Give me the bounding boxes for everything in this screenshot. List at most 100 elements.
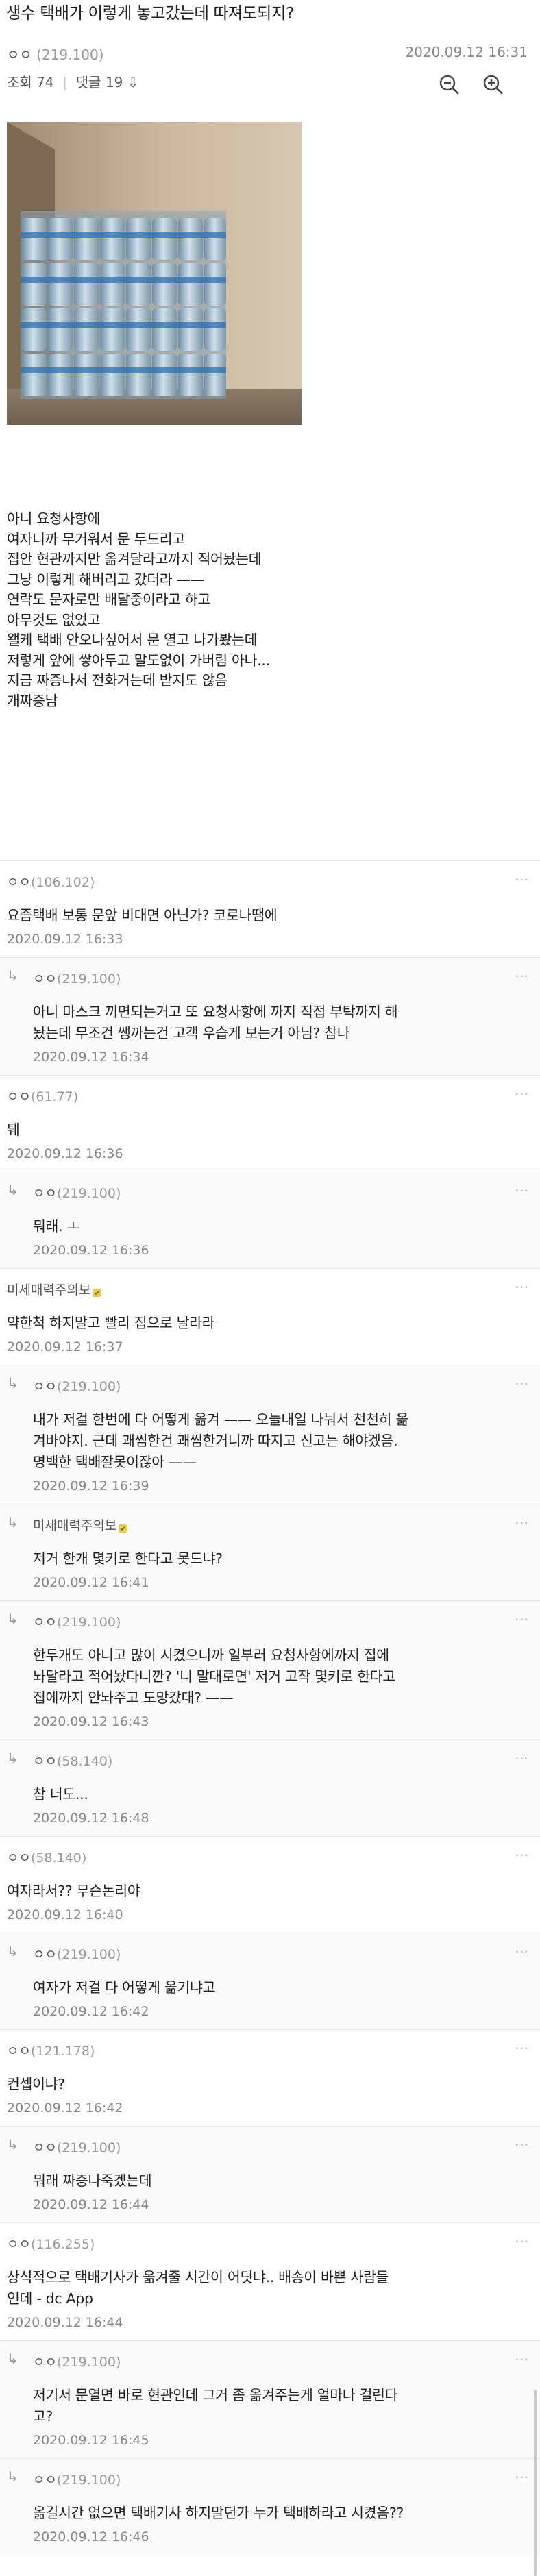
comment-author[interactable]: 미세매력주의보: [33, 1515, 127, 1534]
comment-text: 아니 마스크 끼면되는거고 또 요청사항에 까지 직접 부탁까지 해: [33, 1004, 398, 1020]
comment-author-ip: (219.100): [56, 971, 121, 987]
comment-author-ip: (106.102): [30, 875, 95, 890]
comment-time: 2020.09.12 16:46: [33, 2529, 149, 2544]
comment-author-name: ㅇㅇ: [33, 1186, 57, 1201]
more-options-icon[interactable]: ⋯: [515, 871, 529, 887]
comments-count[interactable]: 댓글 19: [76, 74, 123, 90]
author-name: ㅇㅇ: [7, 47, 32, 63]
post-body-line: 집안 현관까지만 옮겨달라고까지 적어놨는데: [7, 551, 262, 567]
comment-text: 여자라서?? 무슨논리야: [7, 1883, 140, 1899]
comment-time: 2020.09.12 16:41: [33, 1575, 149, 1590]
comment-item: ㅇㅇ(121.178) ⋯ 컨셉이냐? 2020.09.12 16:42: [0, 2029, 540, 2126]
post-body-line: 개짜증남: [7, 692, 58, 709]
comment-author-name: ㅇㅇ: [33, 1379, 57, 1394]
scrollbar-thumb[interactable]: [534, 2390, 537, 2576]
zoom-out-icon[interactable]: [436, 71, 463, 99]
comment-author[interactable]: ㅇㅇ(121.178): [7, 2041, 95, 2059]
comment-text: 컨셉이냐?: [7, 2076, 65, 2092]
reply-item: ↳ ㅇㅇ(219.100) ⋯ 뭐래 짜증나죽겠는데 2020.09.12 16:44: [0, 2126, 540, 2222]
more-options-icon[interactable]: ⋯: [515, 1611, 529, 1627]
post-author[interactable]: ㅇㅇ (219.100): [7, 44, 103, 64]
reply-arrow-icon: ↳: [7, 1611, 19, 1627]
comment-author-ip: (219.100): [56, 2355, 121, 2370]
comment-author-ip: (219.100): [56, 2473, 121, 2488]
comment-author[interactable]: ㅇㅇ(106.102): [7, 872, 95, 891]
comment-time: 2020.09.12 16:48: [33, 1811, 149, 1826]
comment-author[interactable]: ㅇㅇ(219.100): [33, 969, 121, 987]
reply-item: ↳ ㅇㅇ(219.100) ⋯ 저기서 문열면 바로 현관인데 그거 좀 옮겨주는게 …: [0, 2340, 540, 2458]
comment-time: 2020.09.12 16:43: [33, 1714, 149, 1729]
reply-arrow-icon: ↳: [7, 1182, 19, 1198]
comments-sort-icon[interactable]: ⇩: [127, 74, 139, 90]
more-options-icon[interactable]: ⋯: [515, 1375, 529, 1391]
comment-author[interactable]: ㅇㅇ(219.100): [33, 1612, 121, 1631]
comment-text: 명백한 택배잘못이잖아 ——: [33, 1454, 197, 1470]
comment-time: 2020.09.12 16:40: [7, 1907, 123, 1922]
comment-author-name: ㅇㅇ: [7, 2237, 31, 2252]
comment-author-name: ㅇㅇ: [33, 2355, 57, 2370]
comment-time: 2020.09.12 16:44: [33, 2197, 149, 2212]
comment-author-ip: (219.100): [56, 1615, 121, 1630]
post-body-line: 여자니까 무거워서 문 두드리고: [7, 530, 185, 547]
comment-author-ip: (58.140): [30, 1850, 87, 1866]
more-options-icon[interactable]: ⋯: [515, 1846, 529, 1863]
comment-author-ip: (61.77): [30, 1089, 79, 1104]
more-options-icon[interactable]: ⋯: [515, 1514, 529, 1531]
member-badge-icon: [92, 1286, 101, 1297]
reply-item: ↳ ㅇㅇ(219.100) ⋯ 아니 마스크 끼면되는거고 또 요청사항에 까지 직접…: [0, 957, 540, 1075]
comment-author[interactable]: ㅇㅇ(58.140): [33, 1751, 112, 1770]
comment-text: 퉤: [7, 1122, 20, 1138]
comment-author[interactable]: ㅇㅇ(219.100): [33, 1183, 121, 1202]
comment-author-name: ㅇㅇ: [33, 2473, 57, 2488]
post-body-line: 왤케 택배 안오나싶어서 문 열고 나가봤는데: [7, 632, 258, 648]
comment-author[interactable]: ㅇㅇ(219.100): [33, 1944, 121, 1963]
comment-text: 옮길시간 없으면 택배기사 하지말던가 누가 택배하라고 시켰음??: [33, 2505, 404, 2521]
comment-text: 겨바야지. 근데 괘씸한건 괘씸한거니까 따지고 신고는 해야겠음.: [33, 1433, 398, 1449]
comment-author[interactable]: ㅇㅇ(219.100): [33, 2470, 121, 2488]
post-body-line: 아니 요청사항에: [7, 510, 101, 527]
comment-author-name: ㅇㅇ: [33, 1947, 57, 1962]
more-options-icon[interactable]: ⋯: [515, 1750, 529, 1766]
comment-text: 저기서 문열면 바로 현관인데 그거 좀 옮겨주는게 얼마나 걸린다: [33, 2387, 398, 2403]
reply-arrow-icon: ↳: [7, 2351, 19, 2367]
more-options-icon[interactable]: ⋯: [515, 1943, 529, 1959]
reply-arrow-icon: ↳: [7, 1514, 19, 1531]
more-options-icon[interactable]: ⋯: [515, 2468, 529, 2485]
comment-author[interactable]: ㅇㅇ(58.140): [7, 1848, 86, 1866]
reply-arrow-icon: ↳: [7, 967, 19, 984]
comment-author[interactable]: ㅇㅇ(219.100): [33, 2138, 121, 2156]
comment-text: 약한척 하지말고 빨리 집으로 날라라: [7, 1315, 215, 1331]
comment-author-name: ㅇㅇ: [33, 2140, 57, 2155]
more-options-icon[interactable]: ⋯: [515, 2136, 529, 2153]
comment-text: 내가 저걸 한번에 다 어떻게 옮겨 —— 오늘내일 나눠서 천천히 옮: [33, 1411, 409, 1428]
views-count: 조회 74: [7, 74, 54, 90]
comment-author[interactable]: 미세매력주의보: [7, 1280, 101, 1298]
post-body-line: 아무것도 없었고: [7, 611, 101, 628]
comment-author[interactable]: ㅇㅇ(116.255): [7, 2234, 95, 2253]
comment-time: 2020.09.12 16:36: [7, 1146, 123, 1161]
more-options-icon[interactable]: ⋯: [515, 1182, 529, 1198]
zoom-in-icon[interactable]: [480, 71, 507, 99]
comment-time: 2020.09.12 16:44: [7, 2315, 123, 2330]
comment-item: ㅇㅇ(116.255) ⋯ 상식적으로 택배기사가 옮겨줄 시간이 어딧냐.. 배송…: [0, 2222, 540, 2340]
reply-item: ↳ ㅇㅇ(219.100) ⋯ 옮길시간 없으면 택배기사 하지말던가 누가 택배하라…: [0, 2458, 540, 2555]
reply-item: ↳ ㅇㅇ(219.100) ⋯ 한두개도 아니고 많이 시켰으니까 일부러 요청사항에…: [0, 1600, 540, 1739]
reply-arrow-icon: ↳: [7, 1375, 19, 1391]
post-photo[interactable]: [7, 122, 302, 425]
comment-author-name: ㅇㅇ: [7, 1089, 31, 1104]
comment-author[interactable]: ㅇㅇ(219.100): [33, 2352, 121, 2370]
more-options-icon[interactable]: ⋯: [515, 2040, 529, 2056]
comment-author[interactable]: ㅇㅇ(219.100): [33, 1376, 121, 1395]
comment-author[interactable]: ㅇㅇ(61.77): [7, 1087, 78, 1105]
more-options-icon[interactable]: ⋯: [515, 1085, 529, 1102]
comment-author-ip: (219.100): [56, 2140, 121, 2155]
comment-author-name: ㅇㅇ: [7, 875, 31, 890]
more-options-icon[interactable]: ⋯: [515, 2233, 529, 2249]
more-options-icon[interactable]: ⋯: [515, 967, 529, 984]
comment-text: 놨는데 무조건 쌩까는건 고객 우습게 보는거 아님? 참나: [33, 1025, 350, 1041]
more-options-icon[interactable]: ⋯: [515, 1278, 529, 1295]
reply-arrow-icon: ↳: [7, 1943, 19, 1959]
more-options-icon[interactable]: ⋯: [515, 2351, 529, 2367]
post-title: 생수 택배가 이렇게 놓고갔는데 따져도되지?: [6, 3, 295, 23]
comment-list: ㅇㅇ(106.102) ⋯ 요즘택배 보통 문앞 비대면 아닌가? 코로나땜에 202…: [0, 860, 540, 2555]
